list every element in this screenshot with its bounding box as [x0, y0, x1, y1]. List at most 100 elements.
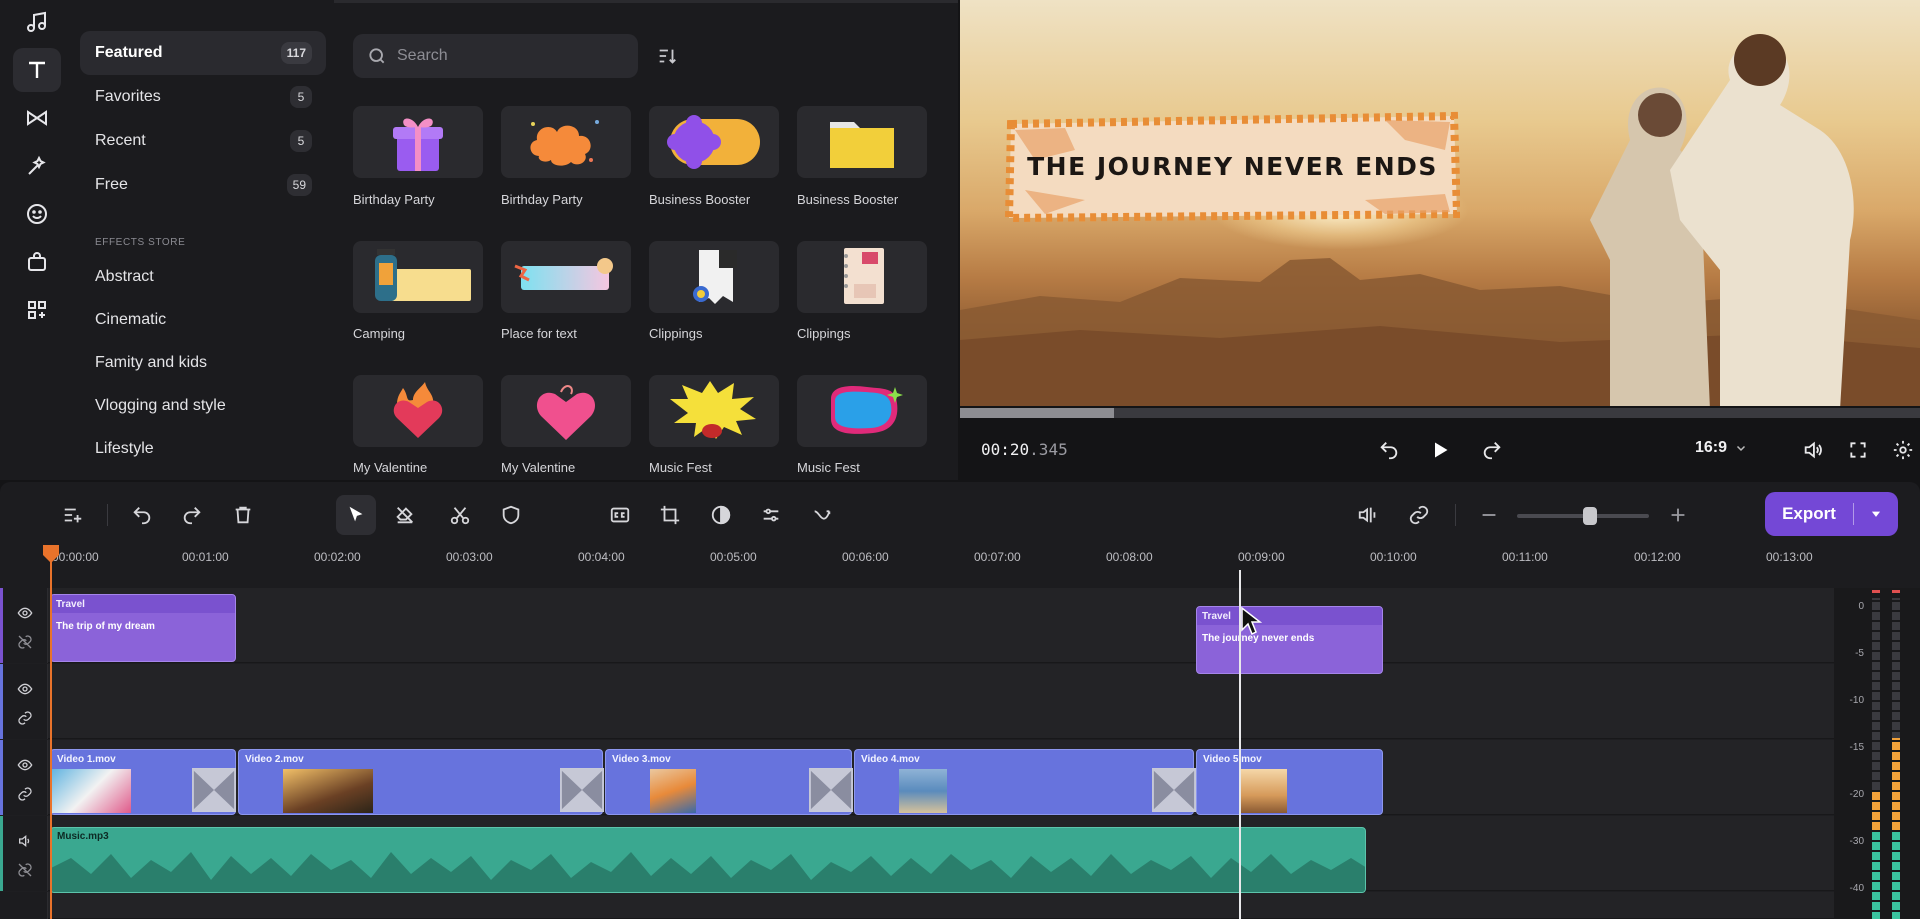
clipping-icon[interactable]	[649, 241, 779, 313]
stickers-icon[interactable]	[13, 192, 61, 236]
track-titles[interactable]	[48, 588, 1834, 663]
search-input[interactable]	[397, 47, 627, 65]
title-clip[interactable]: Travel The journey never ends	[1196, 606, 1383, 674]
play-icon[interactable]	[1425, 435, 1455, 465]
delete-icon[interactable]	[223, 495, 263, 535]
split-audio-icon[interactable]	[1348, 495, 1388, 535]
timeline-ruler[interactable]: 00:00:00 00:01:00 00:02:00 00:03:00 00:0…	[0, 548, 1920, 588]
video-clip[interactable]: Video 2.mov	[238, 749, 603, 815]
aspect-ratio-select[interactable]: 16:9	[1695, 439, 1747, 457]
add-track-icon[interactable]	[53, 495, 93, 535]
forward-icon[interactable]	[1477, 435, 1507, 465]
transition-icon[interactable]	[560, 768, 604, 812]
speaker-icon[interactable]	[15, 831, 35, 851]
eraser-icon[interactable]	[385, 495, 425, 535]
sliders-icon[interactable]	[751, 495, 791, 535]
preview-progress-bar[interactable]	[960, 408, 1920, 418]
category-label: Free	[95, 176, 128, 193]
zoom-slider-handle[interactable]	[1582, 507, 1597, 525]
music-icon[interactable]	[13, 0, 61, 44]
flower-pill-icon[interactable]	[649, 106, 779, 178]
notebook-icon[interactable]	[797, 241, 927, 313]
category-favorites[interactable]: Favorites 5	[80, 75, 326, 119]
category-count: 5	[290, 86, 312, 108]
category-featured[interactable]: Featured 117	[80, 31, 326, 75]
eye-icon[interactable]	[15, 755, 35, 775]
category-free[interactable]: Free 59	[80, 163, 326, 207]
lantern-icon[interactable]	[353, 241, 483, 313]
clip-filename: Video 2.mov	[245, 754, 304, 765]
tile-label: Birthday Party	[501, 192, 583, 207]
playhead-line	[50, 560, 52, 919]
export-label: Export	[1782, 504, 1836, 523]
zoom-out-icon[interactable]	[1469, 495, 1509, 535]
cloud-icon[interactable]	[501, 106, 631, 178]
text-icon[interactable]	[13, 48, 61, 92]
video-preview[interactable]: THE JOURNEY NEVER ENDS	[960, 0, 1920, 406]
store-item-lifestyle[interactable]: Lifestyle	[95, 440, 154, 458]
gift-icon[interactable]	[353, 106, 483, 178]
zoom-in-icon[interactable]	[1658, 495, 1698, 535]
settings-gear-icon[interactable]	[1888, 435, 1918, 465]
undo-icon[interactable]	[122, 495, 162, 535]
ruler-label: 00:09:00	[1238, 550, 1285, 564]
transition-icon[interactable]	[1152, 768, 1196, 812]
ribbon-icon[interactable]	[501, 241, 631, 313]
store-item-cinematic[interactable]: Cinematic	[95, 311, 166, 329]
eye-icon[interactable]	[15, 603, 35, 623]
burst-icon[interactable]	[649, 375, 779, 447]
fullscreen-icon[interactable]	[1843, 435, 1873, 465]
title-banner[interactable]	[1005, 110, 1460, 222]
apps-icon[interactable]	[13, 288, 61, 332]
tile-label: Birthday Party	[353, 192, 435, 207]
redo-icon[interactable]	[172, 495, 212, 535]
heart-icon[interactable]	[501, 375, 631, 447]
shield-icon[interactable]	[491, 495, 531, 535]
rewind-icon[interactable]	[1374, 435, 1404, 465]
track-extra[interactable]	[48, 892, 1834, 919]
volume-icon[interactable]	[1798, 435, 1828, 465]
select-pointer-icon[interactable]	[336, 495, 376, 535]
category-recent[interactable]: Recent 5	[80, 119, 326, 163]
unlink-icon[interactable]	[15, 632, 35, 652]
flaming-heart-icon[interactable]	[353, 375, 483, 447]
aspect-ratio-value: 16:9	[1695, 439, 1728, 456]
folder-icon[interactable]	[797, 106, 927, 178]
playhead-handle[interactable]	[42, 544, 60, 564]
title-clip[interactable]: Travel The trip of my dream	[50, 594, 236, 662]
transitions-icon[interactable]	[13, 96, 61, 140]
unlink-icon[interactable]	[15, 860, 35, 880]
transition-icon[interactable]	[809, 768, 853, 812]
ruler-label: 00:01:00	[182, 550, 229, 564]
sort-icon[interactable]	[652, 41, 682, 71]
audio-clip[interactable]: Music.mp3	[50, 827, 1366, 893]
captions-icon[interactable]	[600, 495, 640, 535]
store-item-family[interactable]: Famity and kids	[95, 354, 207, 372]
tile-label: Camping	[353, 326, 406, 341]
video-clip[interactable]: Video 5.mov	[1196, 749, 1383, 815]
eye-icon[interactable]	[15, 679, 35, 699]
crop-icon[interactable]	[650, 495, 690, 535]
store-item-vlogging[interactable]: Vlogging and style	[95, 397, 226, 415]
timecode-main: 00:20	[981, 440, 1030, 459]
blue-blob-icon[interactable]	[797, 375, 927, 447]
chevron-down-icon[interactable]	[1854, 507, 1898, 521]
link-icon[interactable]	[15, 784, 35, 804]
speed-icon[interactable]	[802, 495, 842, 535]
export-button[interactable]: Export	[1765, 492, 1898, 536]
clip-thumbnail	[899, 769, 947, 813]
store-icon[interactable]	[13, 240, 61, 284]
link-icon[interactable]	[15, 708, 35, 728]
video-clip[interactable]: Video 4.mov	[854, 749, 1194, 815]
link-icon[interactable]	[1399, 495, 1439, 535]
clip-filename: Video 1.mov	[57, 754, 116, 765]
search-box[interactable]	[353, 34, 638, 78]
store-item-abstract[interactable]: Abstract	[95, 268, 154, 286]
transition-icon[interactable]	[192, 768, 236, 812]
color-adjust-icon[interactable]	[701, 495, 741, 535]
scissors-icon[interactable]	[440, 495, 480, 535]
search-icon	[369, 48, 385, 64]
track-empty[interactable]	[48, 664, 1834, 739]
ruler-label: 00:02:00	[314, 550, 361, 564]
effects-icon[interactable]	[13, 144, 61, 188]
